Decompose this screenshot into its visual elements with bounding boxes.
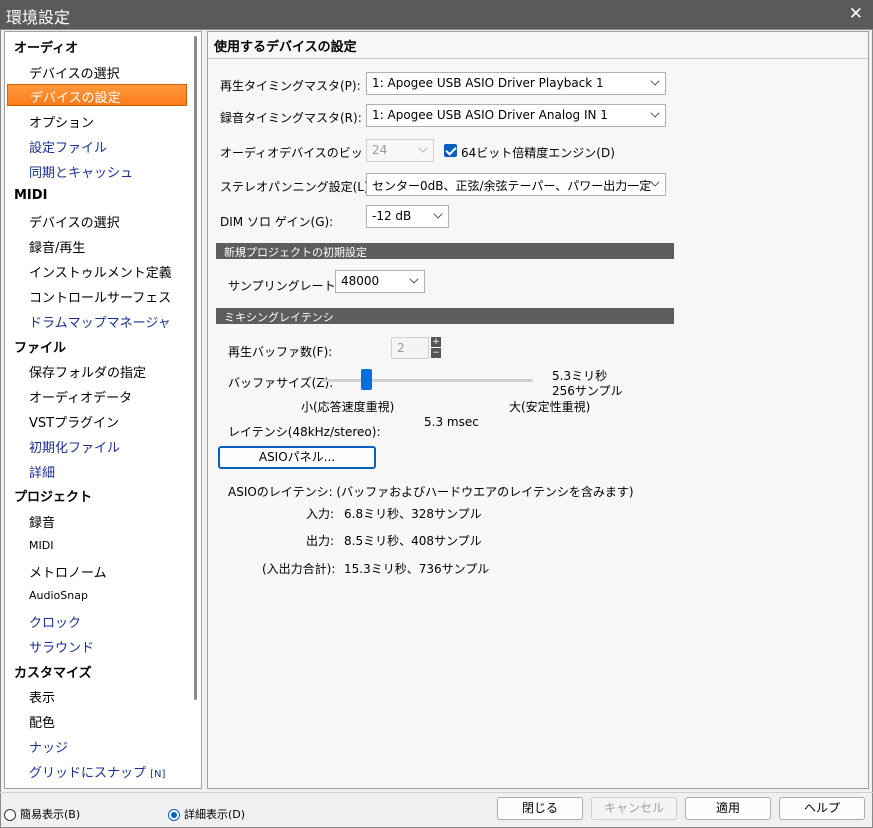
bitdepth-value: 24 xyxy=(372,143,388,157)
title-bar: 環境設定 ✕ xyxy=(0,0,873,29)
dim-gain-value: -12 dB xyxy=(372,209,412,223)
tree-item-audiosnap[interactable]: AudioSnap xyxy=(29,589,88,602)
tree-item-config-file[interactable]: 設定ファイル xyxy=(29,137,107,156)
tree-item-colors[interactable]: 配色 xyxy=(29,712,55,731)
tree-item-sync-cache[interactable]: 同期とキャッシュ xyxy=(29,162,133,181)
increment-icon[interactable]: + xyxy=(431,337,441,347)
tree-category-file[interactable]: ファイル xyxy=(14,337,66,356)
tree-item-snap-shortcut: [N] xyxy=(150,769,166,780)
chevron-down-icon xyxy=(409,274,419,284)
radio-on-icon xyxy=(168,809,180,821)
tree-item-instrument-definitions[interactable]: インストゥルメント定義 xyxy=(29,262,172,281)
input-latency-value: 6.8ミリ秒、328サンプル xyxy=(344,507,482,521)
dim-gain-label: DIM ソロ ゲイン(G): xyxy=(220,215,334,229)
tree-item-drum-map-manager[interactable]: ドラムマップマネージャ xyxy=(29,312,171,331)
slider-min-label: 小(応答速度重視) xyxy=(301,400,395,414)
decrement-icon[interactable]: − xyxy=(431,348,441,358)
asio-panel-button[interactable]: ASIOパネル... xyxy=(218,446,376,469)
sampling-rate-value: 48000 xyxy=(341,274,380,288)
tree-item-metronome[interactable]: メトロノーム xyxy=(29,562,107,581)
page-title: 使用するデバイスの設定 xyxy=(214,40,357,55)
engine64-checkbox[interactable] xyxy=(444,144,457,157)
sampling-rate-select[interactable]: 48000 xyxy=(335,270,425,293)
playback-master-value: 1: Apogee USB ASIO Driver Playback 1 xyxy=(372,76,604,90)
title-divider xyxy=(208,58,868,59)
panning-value: センター0dB、正弦/余弦テーパー、パワー出力一定 xyxy=(372,179,652,193)
tree-category-customize[interactable]: カスタマイズ xyxy=(14,662,92,681)
close-icon[interactable]: ✕ xyxy=(849,4,863,24)
total-latency-label: (入出力合計): xyxy=(262,562,336,576)
tree-item-audio-options[interactable]: オプション xyxy=(29,112,94,131)
tree-category-audio[interactable]: オーディオ xyxy=(14,37,78,56)
new-project-section-header: 新規プロジェクトの初期設定 xyxy=(216,243,674,259)
panning-label: ステレオパンニング設定(L): xyxy=(220,180,373,194)
chevron-down-icon xyxy=(650,108,660,118)
playback-master-select[interactable]: 1: Apogee USB ASIO Driver Playback 1 xyxy=(366,72,666,95)
radio-off-icon xyxy=(4,809,16,821)
tree-category-project[interactable]: プロジェクト xyxy=(14,486,92,505)
device-settings-panel: 使用するデバイスの設定 再生タイミングマスタ(P): 1: Apogee USB… xyxy=(207,31,869,789)
buffer-count-field[interactable]: 2 xyxy=(391,337,429,359)
buffer-size-label: バッファサイズ(Z): xyxy=(228,376,334,390)
tree-item-nudge[interactable]: ナッジ xyxy=(29,737,68,756)
tree-item-audio-device-settings[interactable]: デバイスの設定 xyxy=(7,84,187,106)
buffer-count-label: 再生バッファ数(F): xyxy=(228,345,333,359)
bitdepth-select[interactable]: 24 xyxy=(366,139,434,162)
apply-button[interactable]: 適用 xyxy=(685,797,771,820)
window-title: 環境設定 xyxy=(6,8,71,27)
tree-item-snap-to-grid[interactable]: グリッドにスナップ [N] xyxy=(29,762,165,781)
view-mode-group: 簡易表示(B) 詳細表示(D) xyxy=(4,806,245,822)
buffer-samples-value: 256サンプル xyxy=(552,384,623,398)
category-tree-panel: オーディオ デバイスの選択 デバイスの設定 オプション 設定ファイル 同期とキャ… xyxy=(4,31,202,789)
tree-item-project-midi[interactable]: MIDI xyxy=(29,539,53,552)
record-master-label: 録音タイミングマスタ(R): xyxy=(220,111,362,125)
buffer-size-slider-track[interactable] xyxy=(321,379,533,382)
view-detail-label: 詳細表示(D) xyxy=(184,808,246,821)
tree-item-vst-plugins[interactable]: VSTプラグイン xyxy=(29,412,119,431)
output-latency-value: 8.5ミリ秒、408サンプル xyxy=(344,534,482,548)
tree-item-display[interactable]: 表示 xyxy=(29,687,55,706)
view-detail-radio[interactable]: 詳細表示(D) xyxy=(168,806,245,822)
tree-item-snap-label: グリッドにスナップ xyxy=(29,766,147,781)
latency-value: 5.3 msec xyxy=(424,415,479,429)
record-master-value: 1: Apogee USB ASIO Driver Analog IN 1 xyxy=(372,108,608,122)
buffer-size-slider-thumb[interactable] xyxy=(361,369,372,390)
footer-divider xyxy=(0,792,873,793)
tree-item-record[interactable]: 録音 xyxy=(29,512,55,531)
chevron-down-icon xyxy=(418,143,428,153)
panning-select[interactable]: センター0dB、正弦/余弦テーパー、パワー出力一定 xyxy=(366,173,666,196)
tree-item-clock[interactable]: クロック xyxy=(29,612,81,631)
tree-item-control-surfaces[interactable]: コントロールサーフェス xyxy=(29,287,171,306)
close-button[interactable]: 閉じる xyxy=(497,797,583,820)
dim-gain-select[interactable]: -12 dB xyxy=(366,205,449,228)
chevron-down-icon xyxy=(650,177,660,187)
view-simple-radio[interactable]: 簡易表示(B) xyxy=(4,808,80,821)
help-button[interactable]: ヘルプ xyxy=(779,797,865,820)
tree-item-audio-device-select[interactable]: デバイスの選択 xyxy=(29,63,120,82)
input-latency-label: 入力: xyxy=(306,507,335,521)
tree-item-midi-record-playback[interactable]: 録音/再生 xyxy=(29,237,85,256)
output-latency-label: 出力: xyxy=(306,534,335,548)
tree-item-save-folders[interactable]: 保存フォルダの指定 xyxy=(29,362,146,381)
tree-item-audio-data[interactable]: オーディオデータ xyxy=(29,387,132,406)
latency-label: レイテンシ(48kHz/stereo): xyxy=(228,425,381,439)
latency-section-header: ミキシングレイテンシ xyxy=(216,308,674,324)
tree-item-midi-device-select[interactable]: デバイスの選択 xyxy=(29,212,120,231)
view-simple-label: 簡易表示(B) xyxy=(20,808,81,821)
tree-item-surround[interactable]: サラウンド xyxy=(29,637,94,656)
cancel-button[interactable]: キャンセル xyxy=(591,797,677,820)
slider-max-label: 大(安定性重視) xyxy=(509,400,591,414)
chevron-down-icon xyxy=(650,76,660,86)
tree-scrollbar[interactable] xyxy=(194,36,197,700)
engine64-label: 64ビット倍精度エンジン(D) xyxy=(461,146,615,160)
tree-item-advanced[interactable]: 詳細 xyxy=(29,462,55,481)
total-latency-value: 15.3ミリ秒、736サンプル xyxy=(344,562,490,576)
chevron-down-icon xyxy=(433,209,443,219)
playback-master-label: 再生タイミングマスタ(P): xyxy=(220,79,361,93)
tree-item-init-files[interactable]: 初期化ファイル xyxy=(29,437,120,456)
asio-latency-label: ASIOのレイテンシ: (バッファおよびハードウエアのレイテンシを含みます) xyxy=(228,485,634,499)
record-master-select[interactable]: 1: Apogee USB ASIO Driver Analog IN 1 xyxy=(366,104,666,127)
tree-category-midi[interactable]: MIDI xyxy=(14,188,47,203)
